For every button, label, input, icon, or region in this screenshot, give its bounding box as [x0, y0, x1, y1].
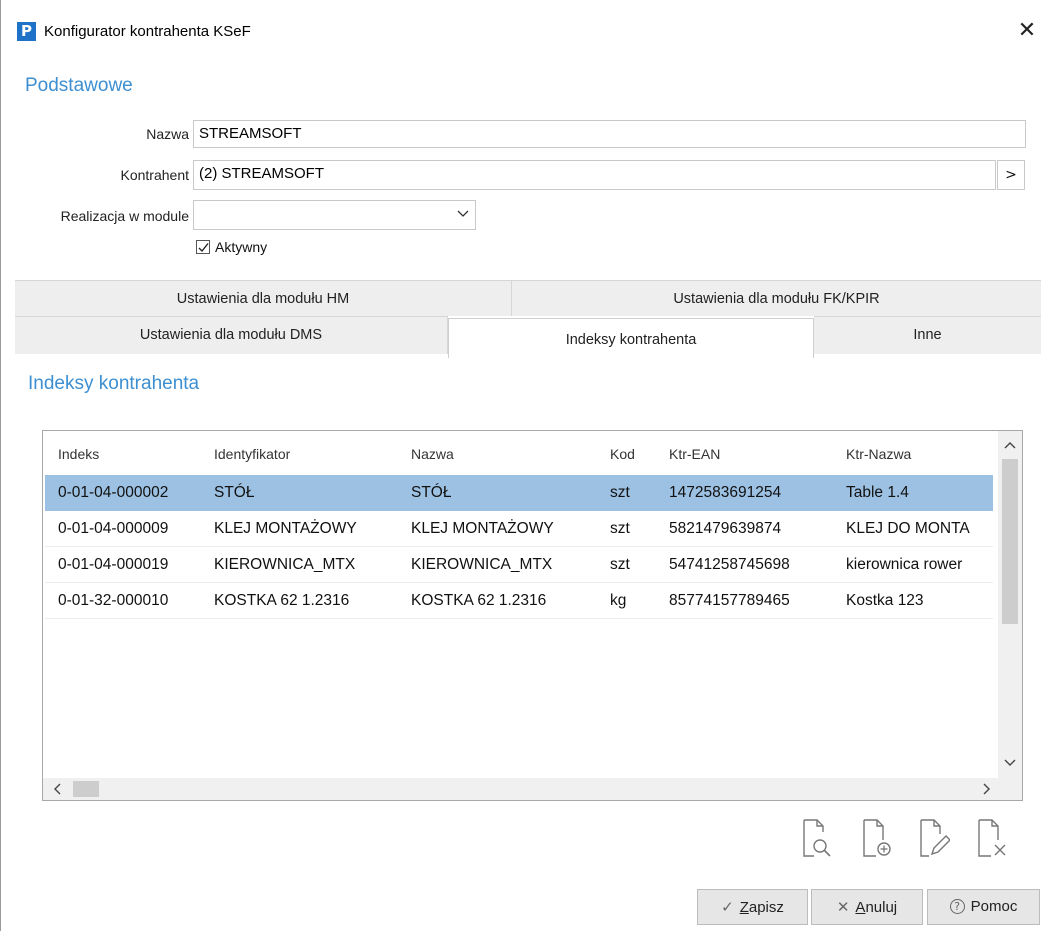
cell-ktr-nazwa: KLEJ DO MONTA	[846, 520, 970, 537]
column-header-kod[interactable]: Kod	[610, 431, 635, 471]
tab-hm[interactable]: Ustawienia dla modułu HM	[15, 280, 512, 316]
table-row[interactable]: 0-01-04-000019 KIEROWNICA_MTX KIEROWNICA…	[45, 547, 993, 583]
aktywny-checkbox[interactable]	[196, 240, 210, 254]
scroll-down-icon[interactable]	[1004, 759, 1016, 767]
dialog-window: P Konfigurator kontrahenta KSeF ✕ Podsta…	[0, 0, 1041, 931]
save-button[interactable]: ✓ Zapisz	[697, 889, 808, 925]
column-header-ktr-nazwa[interactable]: Ktr-Nazwa	[846, 431, 911, 471]
cell-indeks: 0-01-04-000019	[58, 556, 169, 573]
tab-dms[interactable]: Ustawienia dla modułu DMS	[15, 316, 448, 354]
cell-identyfikator: STÓŁ	[214, 484, 255, 501]
edit-document-icon[interactable]	[916, 818, 950, 858]
title-bar: P Konfigurator kontrahenta KSeF ✕	[1, 0, 1041, 56]
save-button-label: apisz	[748, 899, 784, 916]
horizontal-scrollbar[interactable]	[43, 778, 1022, 800]
cancel-button-accel: A	[855, 899, 866, 916]
add-document-icon[interactable]	[859, 818, 893, 858]
column-header-identyfikator[interactable]: Identyfikator	[214, 431, 290, 471]
cell-ktr-ean: 85774157789465	[669, 592, 790, 609]
horizontal-scroll-thumb[interactable]	[73, 781, 99, 797]
table-row[interactable]: 0-01-04-000002 STÓŁ STÓŁ szt 14725836912…	[45, 475, 993, 511]
close-icon: ✕	[836, 898, 850, 916]
cell-identyfikator: KLEJ MONTAŻOWY	[214, 520, 357, 537]
vertical-scrollbar[interactable]	[998, 431, 1022, 778]
section-title-indeksy: Indeksy kontrahenta	[28, 373, 200, 394]
realizacja-dropdown[interactable]	[193, 200, 476, 230]
help-icon: ?	[949, 899, 965, 914]
table-row[interactable]: 0-01-32-000010 KOSTKA 62 1.2316 KOSTKA 6…	[45, 583, 993, 619]
cell-kod: kg	[610, 592, 627, 609]
cell-ktr-nazwa: Kostka 123	[846, 592, 924, 609]
cell-ktr-ean: 1472583691254	[669, 484, 782, 501]
chevron-down-icon	[457, 210, 469, 217]
cell-nazwa: KLEJ MONTAŻOWY	[411, 520, 554, 537]
delete-document-icon[interactable]	[974, 818, 1008, 858]
cell-indeks: 0-01-04-000002	[58, 484, 169, 501]
nazwa-field[interactable]: STREAMSOFT	[193, 120, 1026, 148]
realizacja-label: Realizacja w module	[60, 208, 189, 224]
tab-inne[interactable]: Inne	[814, 316, 1041, 354]
scroll-right-icon[interactable]	[983, 783, 991, 795]
save-button-accel: Z	[739, 899, 749, 916]
help-button-label: Pomoc	[970, 898, 1018, 915]
preview-document-icon[interactable]	[799, 818, 833, 858]
cell-indeks: 0-01-04-000009	[58, 520, 169, 537]
cell-identyfikator: KOSTKA 62 1.2316	[214, 592, 350, 609]
app-logo-icon: P	[17, 22, 36, 41]
cell-ktr-nazwa: Table 1.4	[846, 484, 909, 501]
check-icon: ✓	[721, 898, 734, 916]
cell-indeks: 0-01-32-000010	[58, 592, 169, 609]
tab-fk-kpir[interactable]: Ustawienia dla modułu FK/KPIR	[512, 280, 1041, 316]
tab-indeksy-kontrahenta[interactable]: Indeksy kontrahenta	[448, 318, 814, 358]
close-icon[interactable]: ✕	[1013, 17, 1041, 45]
vertical-scroll-thumb[interactable]	[1002, 459, 1018, 624]
aktywny-label: Aktywny	[215, 239, 268, 255]
cell-kod: szt	[610, 520, 630, 537]
nazwa-label: Nazwa	[146, 126, 189, 142]
column-header-indeks[interactable]: Indeks	[58, 431, 99, 471]
help-button[interactable]: ? Pomoc	[927, 889, 1040, 925]
kontrahent-label: Kontrahent	[120, 167, 190, 183]
cell-nazwa: KIEROWNICA_MTX	[411, 556, 553, 573]
table-row[interactable]: 0-01-04-000009 KLEJ MONTAŻOWY KLEJ MONTA…	[45, 511, 993, 547]
scroll-left-icon[interactable]	[53, 783, 61, 795]
cell-ktr-nazwa: kierownica rower	[846, 556, 963, 573]
kontrahent-field[interactable]: (2) STREAMSOFT	[193, 160, 996, 190]
cell-identyfikator: KIEROWNICA_MTX	[214, 556, 356, 573]
indeksy-table[interactable]: Indeks Identyfikator Nazwa Kod Ktr-EAN K…	[42, 430, 1023, 801]
column-header-ktr-ean[interactable]: Ktr-EAN	[669, 431, 720, 471]
column-header-nazwa[interactable]: Nazwa	[411, 431, 454, 471]
scroll-up-icon[interactable]	[1004, 441, 1016, 449]
section-title-basic: Podstawowe	[25, 75, 133, 96]
cell-ktr-ean: 5821479639874	[669, 520, 782, 537]
cell-kod: szt	[610, 556, 630, 573]
cell-ktr-ean: 54741258745698	[669, 556, 790, 573]
cell-kod: szt	[610, 484, 630, 501]
check-icon	[198, 243, 209, 253]
cancel-button[interactable]: ✕ Anuluj	[811, 889, 923, 925]
kontrahent-select-button[interactable]: >	[997, 160, 1025, 190]
cell-nazwa: STÓŁ	[411, 484, 452, 501]
window-title: Konfigurator kontrahenta KSeF	[44, 23, 251, 40]
cancel-button-label: nuluj	[865, 899, 898, 916]
cell-nazwa: KOSTKA 62 1.2316	[411, 592, 547, 609]
